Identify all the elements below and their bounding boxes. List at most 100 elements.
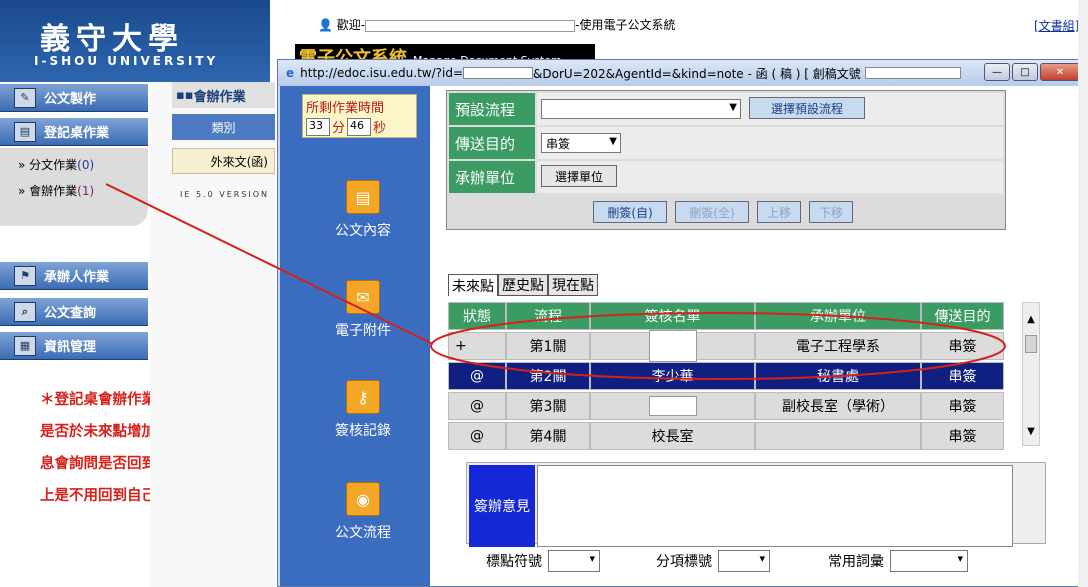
doc-group-link[interactable]: [文書組] [1034,17,1079,34]
url-prefix: http://edoc.isu.edu.tw/?id= [300,66,464,80]
scroll-up-icon[interactable]: ▲ [1023,311,1039,327]
row-purpose: 串簽 [921,392,1004,420]
popup-title-bar[interactable]: e http://edoc.isu.edu.tw/?id= &DorU=202&A… [278,60,1084,86]
category-cell[interactable]: 外來文(函) [172,148,275,174]
nav-sign-record[interactable]: ⚷ 簽核記錄 [308,380,418,440]
send-purpose-label: 傳送目的 [449,127,535,159]
url-mid: &DorU=202&AgentId=&kind=note - 函 ( 稿 ) [… [533,66,861,81]
page-scrollbar[interactable] [1078,0,1088,587]
close-button[interactable]: ✕ [1040,63,1080,81]
scroll-thumb[interactable] [1025,335,1037,353]
sidebar-item-handler[interactable]: ⚑ 承辦人作業 [0,262,148,290]
tab-current-point[interactable]: 現在點 [548,274,598,296]
table-row[interactable]: @ 第3關 副校長室（學術） 串簽 [448,392,1004,420]
delete-all-button[interactable]: 刪簽(全) [675,201,749,223]
category-column-header: 類別 [172,114,275,140]
nav-doc-flow[interactable]: ◉ 公文流程 [308,482,418,542]
nav-label: 公文流程 [335,525,391,541]
preset-flow-label: 預設流程 [449,93,535,125]
register-desk-submenu: » 分文作業(0) » 會辦作業(1) [0,148,148,226]
common-phrase-label: 常用詞彙 [828,554,884,570]
maximize-button[interactable]: □ [1012,63,1038,81]
bottom-tools: 標點符號 分項標號 常用詞彙 [486,550,1046,572]
opinion-textarea[interactable] [537,465,1013,547]
nav-attachment[interactable]: ✉ 電子附件 [308,280,418,340]
row-purpose: 串簽 [921,362,1004,390]
table-row-selected[interactable]: @ 第2關 李少華 秘書處 串簽 [448,362,1004,390]
version-label: IE 5.0 VERSION [180,190,270,199]
delete-self-button[interactable]: 刪簽(自) [593,201,667,223]
sidebar-item-document-making[interactable]: ✎ 公文製作 [0,84,148,112]
university-logo-subtitle: I-SHOU UNIVERSITY [34,54,219,68]
scroll-down-icon[interactable]: ▼ [1023,423,1039,439]
choose-unit-button[interactable]: 選擇單位 [541,165,617,187]
username-mask [365,19,576,32]
nav-label: 公文內容 [335,223,391,239]
minutes-field: 33 [306,117,330,136]
minutes-unit: 分 [332,121,346,136]
row-name-masked [590,392,755,420]
sub-item-count: (0) [77,158,95,172]
choose-preset-flow-button[interactable]: 選擇預設流程 [749,97,865,119]
row-status: @ [448,422,506,450]
popup-main: 預設流程 ▼ 選擇預設流程 傳送目的 串簽 ▼ 承辦單位 選擇單位 刪簽(自) 刪… [430,86,1084,586]
sidebar-item-doc-search[interactable]: ⌕ 公文查詢 [0,298,148,326]
handler-icon: ⚑ [14,265,36,286]
row-unit: 秘書處 [755,362,921,390]
info-management-icon: ▦ [14,335,36,356]
row-status: @ [448,392,506,420]
welcome-prefix: 歡迎- [336,18,366,32]
preset-flow-select[interactable]: ▼ [541,99,741,119]
table-row[interactable]: + 第1關 電子工程學系 串簽 [448,330,1004,362]
send-purpose-select[interactable]: 串簽 ▼ [541,133,621,153]
header-handling-unit: 承辦單位 [755,302,921,330]
seconds-field: 46 [347,117,372,136]
table-row[interactable]: @ 第4關 校長室 串簽 [448,422,1004,450]
welcome-text: 👤 歡迎- -使用電子公文系統 [318,16,675,33]
co-handling-header: ▪▪ 會辦作業 [172,82,275,108]
url-mask [864,67,961,79]
chevron-down-icon: ▼ [609,136,617,147]
popup-nav-panel: 所剩作業時間 33 分 46 秒 ▤ 公文內容 ✉ 電子附件 ⚷ 簽核記錄 ◉ … [280,86,430,586]
ie-icon: e [286,66,295,80]
row-purpose: 串簽 [921,332,1004,360]
table-scrollbar[interactable]: ▲ ▼ [1022,302,1040,446]
nav-document-content[interactable]: ▤ 公文內容 [308,180,418,240]
sub-item-count: (1) [77,184,95,198]
row-purpose: 串簽 [921,422,1004,450]
row-unit: 副校長室（學術） [755,392,921,420]
sidebar-item-info-management[interactable]: ▦ 資訊管理 [0,332,148,360]
header-status: 狀態 [448,302,506,330]
nav-label: 簽核記錄 [335,423,391,439]
row-status: + [448,332,506,360]
minimize-button[interactable]: — [984,63,1010,81]
move-up-button[interactable]: 上移 [757,201,801,223]
row-name-masked [590,330,755,362]
move-down-button[interactable]: 下移 [809,201,853,223]
header-sign-list: 簽核名單 [590,302,755,330]
sidebar-item-label: 資訊管理 [44,340,97,355]
tab-history-point[interactable]: 歷史點 [498,274,548,296]
common-phrase-select[interactable] [890,550,968,572]
co-handling-title: 會辦作業 [193,89,246,105]
nav-label: 電子附件 [335,323,391,339]
item-number-select[interactable] [718,550,770,572]
popup-window: e http://edoc.isu.edu.tw/?id= &DorU=202&A… [277,59,1085,587]
sidebar-item-register-desk[interactable]: ▤ 登記桌作業 [0,118,148,146]
point-tabs: 未來點 歷史點 現在點 [448,274,598,296]
row-status: @ [448,362,506,390]
row-flow: 第3關 [506,392,590,420]
sub-item-distribution[interactable]: » 分文作業(0) [18,156,94,173]
university-logo-title: 義守大學 [40,22,184,57]
sub-item-co-handling[interactable]: » 會辦作業(1) [18,182,94,199]
row-name: 校長室 [590,422,755,450]
row-name: 李少華 [590,362,755,390]
name-mask [648,396,697,416]
tab-future-point[interactable]: 未來點 [448,274,498,296]
row-unit [755,422,921,450]
sign-record-icon: ⚷ [346,380,380,414]
attachment-icon: ✉ [346,280,380,314]
punctuation-label: 標點符號 [486,554,542,570]
opinion-panel: 簽辦意見 [466,462,1046,547]
punctuation-select[interactable] [548,550,600,572]
